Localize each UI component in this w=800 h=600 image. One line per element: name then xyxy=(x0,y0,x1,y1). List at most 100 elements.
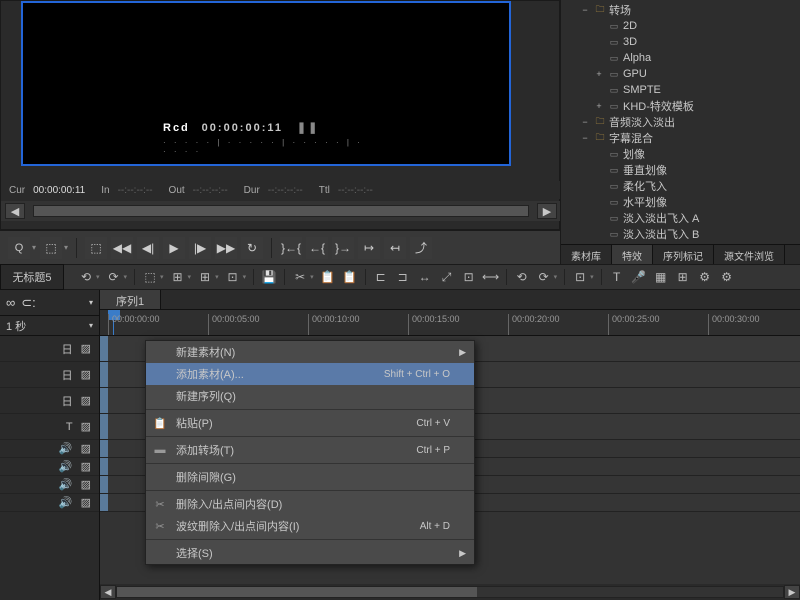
toolbar-button-10[interactable]: ✂ xyxy=(290,267,310,287)
toolbar-button-27[interactable]: 🎤 xyxy=(629,267,649,287)
toolbar-button-15[interactable]: ⊐ xyxy=(393,267,413,287)
fastfwd-button[interactable]: ▶▶ xyxy=(215,237,237,259)
track-icon[interactable]: ▨ xyxy=(81,420,91,433)
track-header-6[interactable]: 🔊▨ xyxy=(0,476,99,494)
context-menu-item-13[interactable]: 选择(S)▶ xyxy=(146,542,474,564)
fx-tree-item[interactable]: ▭水平划像 xyxy=(561,194,800,210)
track-icon[interactable]: 日 xyxy=(62,341,73,357)
stepfwd-button[interactable]: |▶ xyxy=(189,237,211,259)
tree-toggle-icon[interactable]: − xyxy=(579,5,591,15)
fx-tree-item[interactable]: −🗀音频淡入淡出 xyxy=(561,114,800,130)
track-header-3[interactable]: T▨ xyxy=(0,414,99,440)
track-icon[interactable]: 🔊 xyxy=(59,460,73,473)
toolbar-button-6[interactable]: ⊡ xyxy=(223,267,243,287)
track-header-2[interactable]: 日▨ xyxy=(0,388,99,414)
tree-toggle-icon[interactable]: + xyxy=(593,69,605,79)
preview-video-area[interactable]: Rcd 00:00:00:11 ❚❚ · · · · · | · · · · ·… xyxy=(21,1,511,166)
track-icon[interactable]: ▨ xyxy=(81,442,91,455)
magnet-icon[interactable]: ⊂: xyxy=(21,295,36,311)
toolbar-button-29[interactable]: ⊞ xyxy=(673,267,693,287)
track-icon[interactable]: 🔊 xyxy=(59,496,73,509)
zoom-dropdown-icon[interactable]: ▾ xyxy=(89,321,93,330)
scrub-prev-button[interactable]: ◀ xyxy=(5,203,25,219)
toolbar-button-1[interactable]: ⟳ xyxy=(104,267,124,287)
scroll-right-button[interactable]: ▶ xyxy=(784,585,800,599)
fx-tab-1[interactable]: 特效 xyxy=(612,245,653,264)
toolbar-button-17[interactable]: ⤢ xyxy=(437,267,457,287)
track-header-5[interactable]: 🔊▨ xyxy=(0,458,99,476)
rewind-button[interactable]: ◀◀ xyxy=(111,237,133,259)
track-icon[interactable]: 🔊 xyxy=(59,442,73,455)
fx-tab-0[interactable]: 素材库 xyxy=(561,245,612,264)
track-icon[interactable]: ▨ xyxy=(81,368,91,381)
q2-button[interactable]: ⬚ xyxy=(40,237,62,259)
toolbar-button-0[interactable]: ⟲ xyxy=(76,267,96,287)
q-button[interactable]: Q xyxy=(8,237,30,259)
scrub-track[interactable] xyxy=(33,205,529,217)
track-icon[interactable]: ▨ xyxy=(81,478,91,491)
fx-tree-item[interactable]: ▭划像 xyxy=(561,146,800,162)
fx-tree-item[interactable]: +▭GPU xyxy=(561,66,800,82)
fx-tree-item[interactable]: +▭KHD-特效模板 xyxy=(561,98,800,114)
fx-tree-item[interactable]: ▭SMPTE xyxy=(561,82,800,98)
scroll-track[interactable] xyxy=(116,586,784,598)
fx-tree-item[interactable]: −🗀字幕混合 xyxy=(561,130,800,146)
toolbar-button-18[interactable]: ⊡ xyxy=(459,267,479,287)
mark-in-button[interactable]: }←{ xyxy=(280,237,302,259)
context-menu-item-1[interactable]: 添加素材(A)...Shift + Ctrl + O xyxy=(146,363,474,385)
tree-toggle-icon[interactable]: + xyxy=(593,101,605,111)
toolbar-button-8[interactable]: 💾 xyxy=(259,267,279,287)
mark-button[interactable]: ↦ xyxy=(358,237,380,259)
track-icon[interactable]: 🔊 xyxy=(59,478,73,491)
toolbar-button-12[interactable]: 📋 xyxy=(340,267,360,287)
tree-toggle-icon[interactable]: − xyxy=(579,117,591,127)
track-icon[interactable]: ▨ xyxy=(81,460,91,473)
timeline-zoom[interactable]: 1 秒 ▾ xyxy=(0,316,99,336)
fx-tree-item[interactable]: ▭淡入淡出飞入 A xyxy=(561,210,800,226)
toolbar-button-28[interactable]: ▦ xyxy=(651,267,671,287)
timeline-ruler[interactable]: 00:00:00:0000:00:05:0000:00:10:0000:00:1… xyxy=(100,310,800,336)
track-header-0[interactable]: 日▨ xyxy=(0,336,99,362)
track-icon[interactable]: ▨ xyxy=(81,342,91,355)
track-icon[interactable]: ▨ xyxy=(81,496,91,509)
toolbar-button-31[interactable]: ⚙ xyxy=(717,267,737,287)
project-title-tab[interactable]: 无标题5 xyxy=(0,264,64,290)
toolbar-button-3[interactable]: ⬚ xyxy=(140,267,160,287)
tree-toggle-icon[interactable]: − xyxy=(579,133,591,143)
context-menu-item-2[interactable]: 新建序列(Q) xyxy=(146,385,474,407)
track-header-7[interactable]: 🔊▨ xyxy=(0,494,99,512)
toolbar-button-19[interactable]: ⟷ xyxy=(481,267,501,287)
toolbar-button-22[interactable]: ⟳ xyxy=(534,267,554,287)
fx-tree-item[interactable]: ▭柔化飞入 xyxy=(561,178,800,194)
goto-in-button[interactable]: ←{ xyxy=(306,237,328,259)
track-icon[interactable]: 日 xyxy=(62,367,73,383)
context-menu-item-8[interactable]: 删除间隙(G) xyxy=(146,466,474,488)
track-icon[interactable]: T xyxy=(66,421,73,433)
fx-tree-item[interactable]: ▭Alpha xyxy=(561,50,800,66)
effects-tree[interactable]: −🗀转场▭2D▭3D▭Alpha+▭GPU▭SMPTE+▭KHD-特效模板−🗀音… xyxy=(561,0,800,264)
track-header-1[interactable]: 日▨ xyxy=(0,362,99,388)
track-icon[interactable]: 日 xyxy=(62,393,73,409)
fx-tab-2[interactable]: 序列标记 xyxy=(653,245,714,264)
context-menu-item-0[interactable]: 新建素材(N)▶ xyxy=(146,341,474,363)
toolbar-button-30[interactable]: ⚙ xyxy=(695,267,715,287)
fx-tree-item[interactable]: ▭垂直划像 xyxy=(561,162,800,178)
toolbar-button-16[interactable]: ↔ xyxy=(415,267,435,287)
scrub-next-button[interactable]: ▶ xyxy=(537,203,557,219)
dropdown-icon[interactable]: ▾ xyxy=(89,298,93,307)
toolbar-button-26[interactable]: T xyxy=(607,267,627,287)
loop-button[interactable]: ↻ xyxy=(241,237,263,259)
fx-tree-item[interactable]: ▭2D xyxy=(561,18,800,34)
toolbar-button-5[interactable]: ⊞ xyxy=(195,267,215,287)
toolbar-button-11[interactable]: 📋 xyxy=(318,267,338,287)
goto-out-button[interactable]: }→ xyxy=(332,237,354,259)
mark2-button[interactable]: ↤ xyxy=(384,237,406,259)
toolbar-button-4[interactable]: ⊞ xyxy=(168,267,188,287)
toolbar-button-21[interactable]: ⟲ xyxy=(512,267,532,287)
stepback-button[interactable]: ◀| xyxy=(137,237,159,259)
stop-button[interactable]: ⬚ xyxy=(85,237,107,259)
export-button[interactable]: ⤴ xyxy=(410,237,432,259)
track-icon[interactable]: ▨ xyxy=(81,394,91,407)
scroll-left-button[interactable]: ◀ xyxy=(100,585,116,599)
play-button[interactable]: ▶ xyxy=(163,237,185,259)
